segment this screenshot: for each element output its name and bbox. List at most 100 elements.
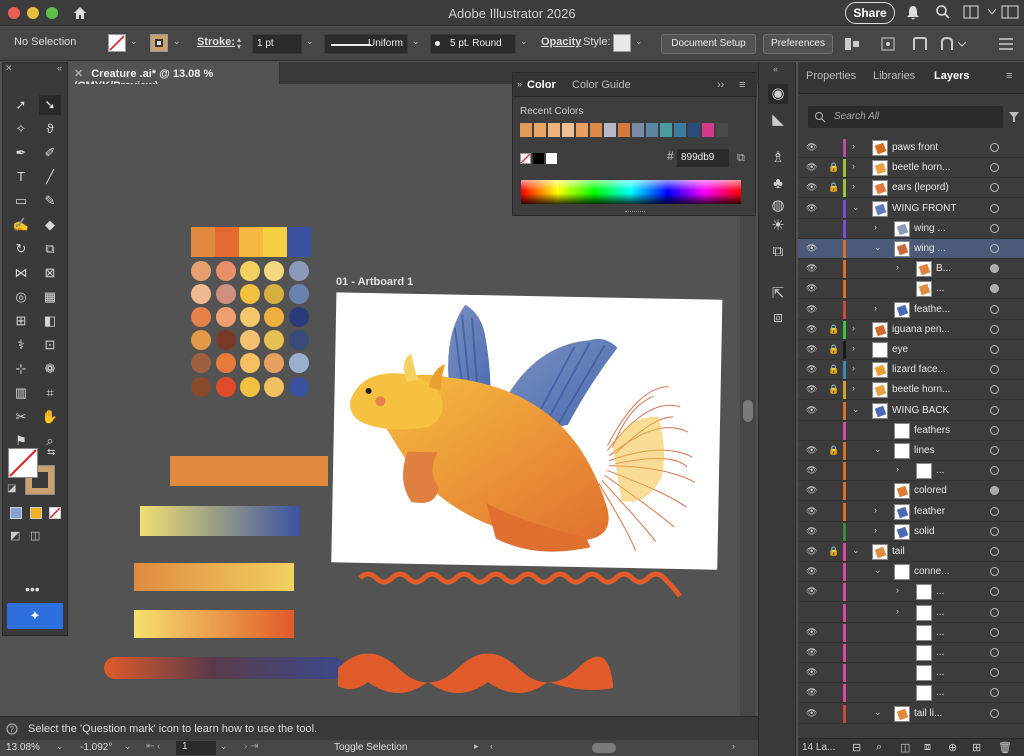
tab-layers[interactable]: Layers <box>934 70 969 82</box>
align-icon[interactable] <box>843 36 863 52</box>
layer-row[interactable]: 👁... <box>798 623 1024 643</box>
stroke-swatch[interactable] <box>150 34 168 52</box>
collapse-icon[interactable]: « <box>57 63 62 73</box>
recent-color-swatch[interactable] <box>520 123 532 137</box>
eye-icon[interactable]: 👁 <box>806 586 817 597</box>
layer-row[interactable]: › wing ... <box>798 219 1024 239</box>
tab-libraries[interactable]: Libraries <box>873 70 915 82</box>
layer-row[interactable]: 👁 ⌄ WING FRONT <box>798 199 1024 219</box>
eye-icon[interactable]: 👁 <box>806 344 817 355</box>
document-tab[interactable]: ✕Creature .ai* @ 13.08 % (CMYK/Preview) <box>68 62 280 92</box>
target-icon[interactable] <box>990 284 999 294</box>
stroke-weight-field[interactable]: 1 pt <box>252 34 302 54</box>
type-tool-icon[interactable]: T <box>10 167 32 187</box>
layer-row[interactable]: 👁 🔒 › ears (lepord) <box>798 178 1024 199</box>
chevron-right-icon[interactable]: › <box>852 161 855 171</box>
target-icon[interactable] <box>990 163 999 173</box>
eye-icon[interactable]: 👁 <box>806 708 817 719</box>
layer-name[interactable]: wing ... <box>914 223 946 234</box>
chevron-down-icon[interactable]: ⌄ <box>520 36 528 47</box>
layer-name[interactable]: ... <box>936 627 944 638</box>
copy-icon[interactable]: ⧉ <box>737 152 745 165</box>
lasso-icon[interactable]: ϑ <box>39 119 61 139</box>
layer-name[interactable]: wing ... <box>914 243 946 254</box>
target-icon[interactable] <box>990 547 999 556</box>
target-icon[interactable] <box>990 304 999 314</box>
draw-mode-icon[interactable]: ◩ <box>10 529 20 542</box>
eye-icon[interactable]: 👁 <box>806 687 817 698</box>
new-sublayer-icon[interactable]: ⊕ <box>948 741 957 754</box>
target-icon[interactable] <box>990 345 999 354</box>
collect-layer-icon[interactable]: ⧈ <box>924 741 931 754</box>
layer-row[interactable]: 👁 › paws front <box>798 138 1024 158</box>
eye-icon[interactable]: 👁 <box>806 324 817 335</box>
chevron-right-icon[interactable]: › <box>852 141 855 151</box>
recent-color-swatch[interactable] <box>562 123 574 137</box>
recent-color-swatch[interactable] <box>618 123 630 137</box>
chevron-right-icon[interactable]: › <box>874 525 877 535</box>
stroke-stepper[interactable]: ▴ ▾ <box>237 36 241 51</box>
chevron-right-icon[interactable]: › <box>852 323 855 333</box>
rectangle-tool-icon[interactable]: ▭ <box>10 191 32 211</box>
eye-icon[interactable]: 👁 <box>806 526 817 537</box>
layer-name[interactable]: ... <box>936 667 944 678</box>
eye-icon[interactable]: 👁 <box>806 546 817 557</box>
transform-icon[interactable] <box>880 36 900 52</box>
collapse-icon[interactable]: ›› <box>717 79 724 91</box>
new-layer-icon[interactable]: ⊞ <box>972 741 981 754</box>
stroke-icon[interactable]: ◍ <box>768 196 788 216</box>
artboard-tool-icon[interactable]: ⌗ <box>39 383 61 403</box>
target-icon[interactable] <box>990 648 999 657</box>
target-icon[interactable] <box>990 264 999 274</box>
layer-row[interactable]: 👁 › B... <box>798 259 1024 280</box>
mesh-tool-icon[interactable]: ⊞ <box>10 311 32 331</box>
variable-width-profile[interactable]: Uniform <box>324 34 408 54</box>
layer-row[interactable]: 👁 🔒 › iguana pen... <box>798 320 1024 340</box>
eye-icon[interactable]: 👁 <box>806 162 817 173</box>
layer-row[interactable]: 👁 🔒 › eye <box>798 340 1024 360</box>
direct-selection-tool-icon[interactable]: ➘ <box>39 95 61 115</box>
status-menu-icon[interactable]: ▸ <box>474 741 479 752</box>
locate-object-icon[interactable]: ⌕ <box>876 741 882 754</box>
free-transform-icon[interactable]: ⊠ <box>39 263 61 283</box>
rotate-tool-icon[interactable]: ↻ <box>10 239 32 259</box>
layer-name[interactable]: ... <box>936 586 944 597</box>
chevron-down-icon[interactable]: ⌄ <box>173 36 181 47</box>
width-tool-icon[interactable]: ⋈ <box>10 263 32 283</box>
curvature-tool-icon[interactable]: ✐ <box>39 143 61 163</box>
layer-name[interactable]: lizard face... <box>892 364 946 375</box>
target-icon[interactable] <box>990 587 999 597</box>
layer-name[interactable]: ... <box>936 687 944 698</box>
layer-name[interactable]: ... <box>936 607 944 618</box>
layer-name[interactable]: B... <box>936 263 951 274</box>
collapse-icon[interactable]: » <box>517 79 522 89</box>
target-icon[interactable] <box>990 143 999 152</box>
layer-row[interactable]: 👁 ›... <box>798 461 1024 482</box>
layer-name[interactable]: tail li... <box>914 708 942 719</box>
close-tab-icon[interactable]: ✕ <box>74 68 83 80</box>
layer-row[interactable]: feathers <box>798 421 1024 441</box>
chevron-down-icon[interactable]: ⌄ <box>130 36 138 47</box>
gradient-mode-icon[interactable] <box>30 507 42 519</box>
target-icon[interactable] <box>990 526 999 536</box>
pen-tool-icon[interactable]: ✒ <box>10 143 32 163</box>
none-swatch[interactable] <box>520 153 531 164</box>
layer-row[interactable]: 👁 ⌄ wing ... <box>798 239 1024 259</box>
chevron-down-icon[interactable]: ⌄ <box>874 444 882 455</box>
layer-row[interactable]: 👁 ⌄ tail li... <box>798 704 1024 724</box>
eye-icon[interactable]: 👁 <box>806 243 817 254</box>
chevron-down-icon[interactable]: ⌄ <box>124 741 132 752</box>
target-icon[interactable] <box>990 203 999 213</box>
color-guide-icon[interactable]: ◣ <box>768 110 788 130</box>
layer-name[interactable]: feathers <box>914 425 950 436</box>
eye-icon[interactable]: 👁 <box>806 627 817 638</box>
scale-tool-icon[interactable]: ⧉ <box>39 239 61 259</box>
eye-icon[interactable]: 👁 <box>806 364 817 375</box>
chevron-right-icon[interactable]: › <box>896 262 899 272</box>
chevron-right-icon[interactable]: › <box>852 363 855 373</box>
eye-icon[interactable]: 👁 <box>806 445 817 456</box>
first-artboard-icon[interactable]: ⇤ ‹ <box>146 741 161 752</box>
clipping-mask-icon[interactable]: ◫ <box>900 741 910 754</box>
share-button[interactable]: Share <box>845 2 895 24</box>
layer-row[interactable]: 👁... <box>798 643 1024 663</box>
